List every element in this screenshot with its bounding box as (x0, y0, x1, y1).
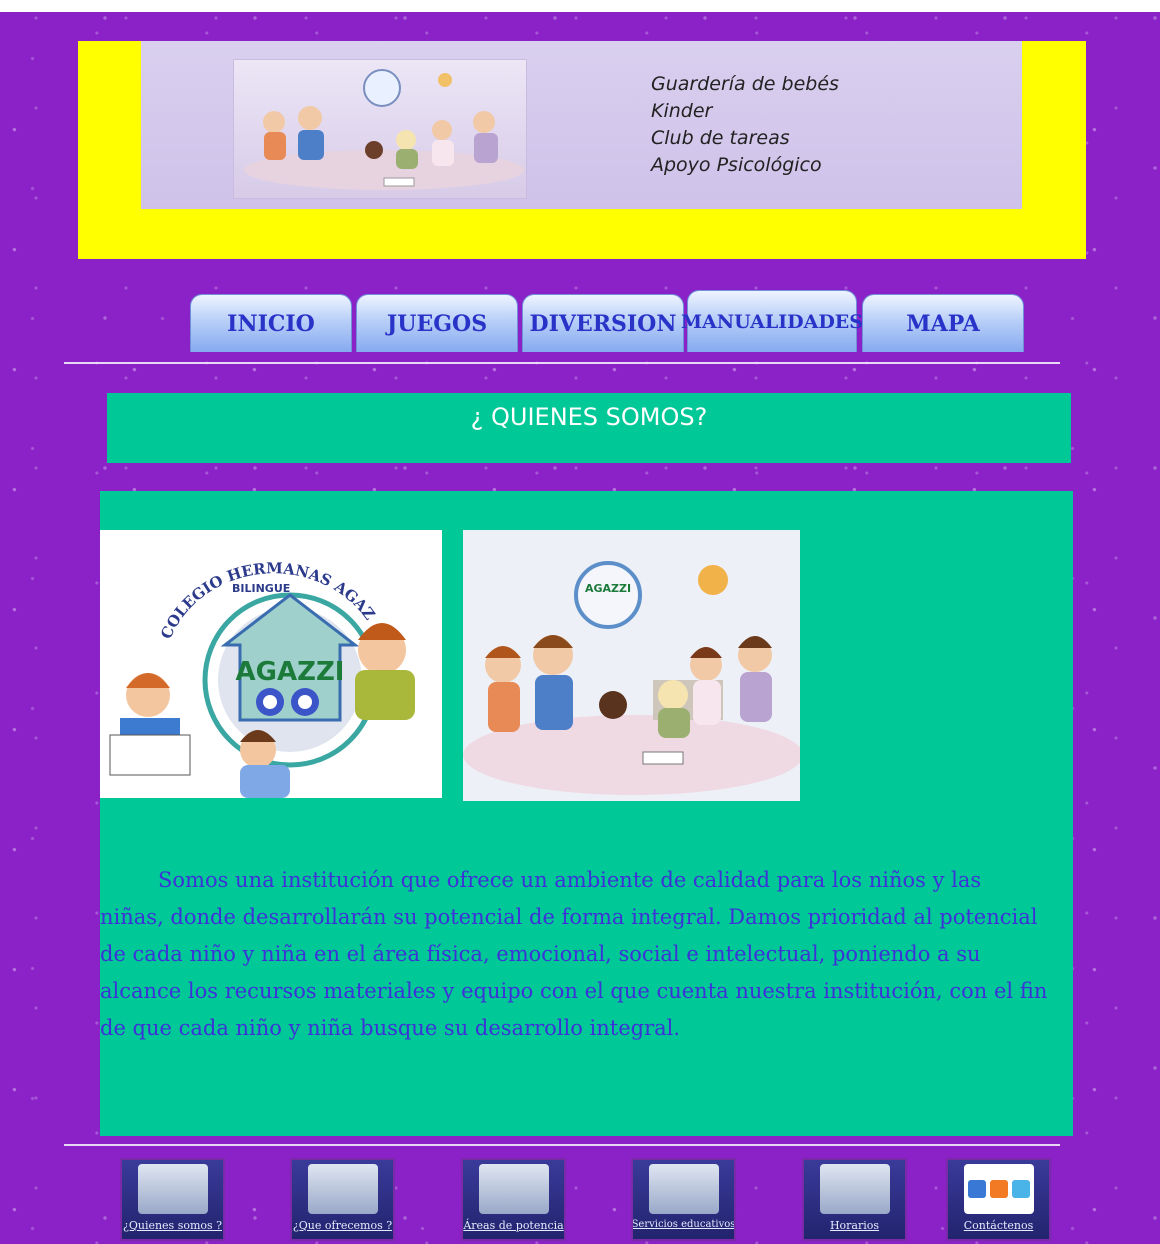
footer-button-que-ofrecemos[interactable]: ¿Que ofrecemos ? (290, 1158, 395, 1241)
servicios-educativos-thumbnail (648, 1164, 719, 1214)
section-title: ¿ QUIENES SOMOS? (470, 403, 708, 431)
horarios-thumbnail (819, 1164, 890, 1214)
section-title-bar: ¿ QUIENES SOMOS? (107, 393, 1071, 463)
footer-button-label: ¿Que ofrecemos ? (292, 1219, 393, 1232)
header-children-image (233, 59, 527, 199)
footer-button-servicios-educativos[interactable]: Servicios educativos (631, 1158, 736, 1241)
svg-text:AGAZZI: AGAZZI (585, 582, 631, 595)
footer-button-quienes-somos[interactable]: ¿Quienes somos ? (120, 1158, 225, 1241)
footer-button-contactenos[interactable]: Contáctenos (946, 1158, 1051, 1241)
social-icons-thumbnail (963, 1164, 1034, 1214)
divider-bottom (64, 1144, 1060, 1146)
service-item: Guardería de bebés (651, 73, 839, 95)
tab-juegos[interactable]: JUEGOS (356, 294, 518, 352)
que-ofrecemos-thumbnail (307, 1164, 378, 1214)
social-icon (967, 1180, 986, 1198)
quienes-somos-thumbnail (137, 1164, 208, 1214)
about-paragraph: Somos una institución que ofrece un ambi… (100, 868, 1048, 1040)
header-services-list: Guardería de bebés Kinder Club de tareas… (651, 71, 951, 179)
children-reading-image: AGAZZI (463, 530, 800, 801)
footer-button-horarios[interactable]: Horarios (802, 1158, 907, 1241)
tab-diversion[interactable]: DIVERSION (522, 294, 684, 352)
divider-top (64, 362, 1060, 364)
blogger-icon (989, 1180, 1008, 1198)
top-strip (0, 0, 1160, 12)
tab-inicio[interactable]: INICIO (190, 294, 352, 352)
service-item: Kinder (651, 100, 713, 122)
header-inner-panel: Guardería de bebés Kinder Club de tareas… (141, 41, 1022, 209)
areas-de-potencia-thumbnail (478, 1164, 549, 1214)
header-banner: Guardería de bebés Kinder Club de tareas… (78, 41, 1086, 259)
tab-mapa[interactable]: MAPA (862, 294, 1024, 352)
footer-button-label: ¿Quienes somos ? (122, 1219, 223, 1232)
footer-button-label: Áreas de potencia (463, 1219, 564, 1232)
service-item: Apoyo Psicológico (651, 154, 822, 176)
footer-button-label: Servicios educativos (631, 1219, 736, 1230)
tab-manualidades[interactable]: MANUALIDADES (681, 290, 863, 352)
logo-brand-text: AGAZZI (236, 657, 345, 687)
content-panel: COLEGIO HERMANAS AGAZZI BILINGUE AGAZZI … (100, 491, 1073, 1136)
footer-button-label: Contáctenos (963, 1219, 1034, 1232)
service-item: Club de tareas (651, 127, 790, 149)
twitter-icon (1011, 1180, 1030, 1198)
school-logo-image: COLEGIO HERMANAS AGAZZI BILINGUE AGAZZI (100, 530, 442, 798)
footer-button-areas-de-potencia[interactable]: Áreas de potencia (461, 1158, 566, 1241)
footer-button-label: Horarios (829, 1219, 880, 1232)
